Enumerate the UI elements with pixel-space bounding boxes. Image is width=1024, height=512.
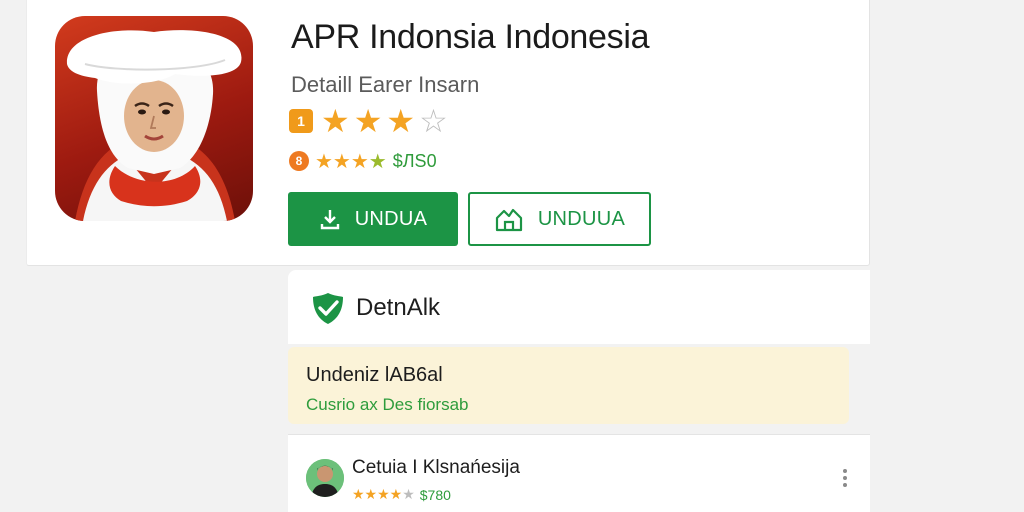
download-button[interactable]: UNDUA <box>288 192 458 246</box>
check-shield-icon <box>313 293 343 324</box>
meta-value: $ЛS0 <box>392 150 437 171</box>
share-house-icon <box>495 208 522 232</box>
more-dot-icon <box>843 476 847 480</box>
more-dot-icon <box>843 483 847 487</box>
app-store-page: APR Indonsia Indonesia Detaill Earer Ins… <box>0 0 1024 512</box>
more-dot-icon <box>843 469 847 473</box>
rating-badge: 1 <box>289 109 313 133</box>
review-card: Cetuia I Klsnańesija ★★★★★ $780 <box>288 434 870 512</box>
star-icon: ★ <box>321 103 350 139</box>
secondary-button-label: UNDUUA <box>537 207 626 230</box>
notice-subtitle: Cusrio ax Des fiorsab <box>306 395 469 414</box>
review-value: $780 <box>419 486 451 503</box>
more-options-button[interactable] <box>836 465 854 491</box>
app-header-card: APR Indonsia Indonesia Detaill Earer Ins… <box>26 0 870 266</box>
rating-row: 1 ★ ★ ★ ☆ <box>289 104 448 138</box>
secondary-button[interactable]: UNDUUA <box>468 192 651 246</box>
star-outline-icon: ☆ <box>419 103 448 139</box>
small-stars-icon: ★★★★ <box>315 150 387 173</box>
notice-card[interactable]: Undeniz lAB6al Cusrio ax Des fiorsab <box>288 347 849 424</box>
app-title: APR Indonsia Indonesia <box>291 18 650 56</box>
download-icon <box>320 210 339 230</box>
reviewer-name: Cetuia I Klsnańesija <box>352 457 520 478</box>
star-icon: ★ <box>353 103 383 139</box>
meta-row: 8 ★★★★ $ЛS0 <box>289 148 437 174</box>
review-rating: ★★★★★ $780 <box>352 486 451 503</box>
notice-title: Undeniz lAB6al <box>306 364 443 386</box>
download-button-label: UNDUA <box>354 207 428 230</box>
avatar[interactable] <box>306 459 344 497</box>
review-stars-icon: ★★★★★ <box>352 486 415 502</box>
details-title: DetnAlk <box>356 294 441 321</box>
details-section: DetnAlk <box>288 270 870 344</box>
app-subtitle: Detaill Earer Insarn <box>291 72 480 97</box>
meta-badge: 8 <box>289 151 309 171</box>
app-icon <box>55 16 253 221</box>
star-icon: ★ <box>386 103 416 139</box>
